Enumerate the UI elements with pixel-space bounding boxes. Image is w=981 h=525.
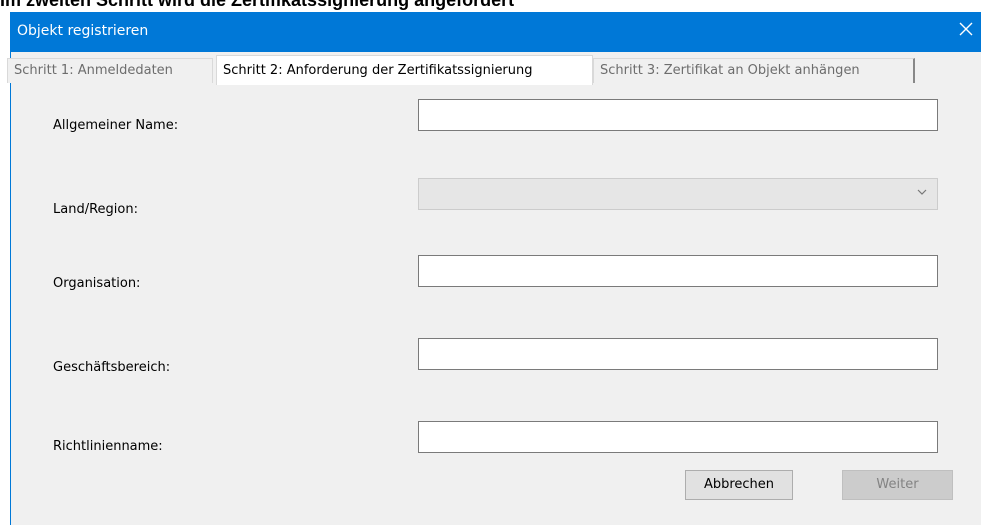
organization-field[interactable] bbox=[418, 255, 938, 287]
business-unit-label: Geschäftsbereich: bbox=[53, 360, 171, 375]
tab-step-3[interactable]: Schritt 3: Zertifikat an Objekt anhängen bbox=[593, 58, 915, 83]
tab-step-1[interactable]: Schritt 1: Anmeldedaten bbox=[7, 58, 213, 83]
common-name-field[interactable] bbox=[418, 99, 938, 131]
business-unit-field[interactable] bbox=[418, 338, 938, 370]
country-region-select[interactable] bbox=[418, 178, 938, 210]
policy-name-field[interactable] bbox=[418, 421, 938, 453]
tab-step-2[interactable]: Schritt 2: Anforderung der Zertifikatssi… bbox=[216, 55, 593, 85]
wizard-tabstrip: Schritt 1: Anmeldedaten Schritt 2: Anfor… bbox=[7, 52, 981, 85]
common-name-label: Allgemeiner Name: bbox=[53, 118, 179, 133]
policy-name-label: Richtlinienname: bbox=[53, 439, 163, 454]
close-x-glyph bbox=[959, 22, 973, 36]
organization-label: Organisation: bbox=[53, 276, 141, 291]
register-object-dialog: Objekt registrieren Schritt 1: Anmeldeda… bbox=[7, 12, 981, 525]
dialog-titlebar: Objekt registrieren bbox=[11, 12, 981, 52]
country-region-label: Land/Region: bbox=[53, 202, 138, 217]
tab-panel-step-2: Allgemeiner Name: Land/Region: Organisat… bbox=[11, 85, 981, 525]
next-button[interactable]: Weiter bbox=[842, 470, 953, 500]
chevron-down-icon bbox=[917, 189, 927, 195]
close-icon[interactable] bbox=[952, 16, 980, 46]
cancel-button[interactable]: Abbrechen bbox=[685, 470, 793, 500]
page-caption: Im zweiten Schritt wird die Zertifikatss… bbox=[0, 0, 515, 10]
dialog-title: Objekt registrieren bbox=[17, 23, 149, 39]
